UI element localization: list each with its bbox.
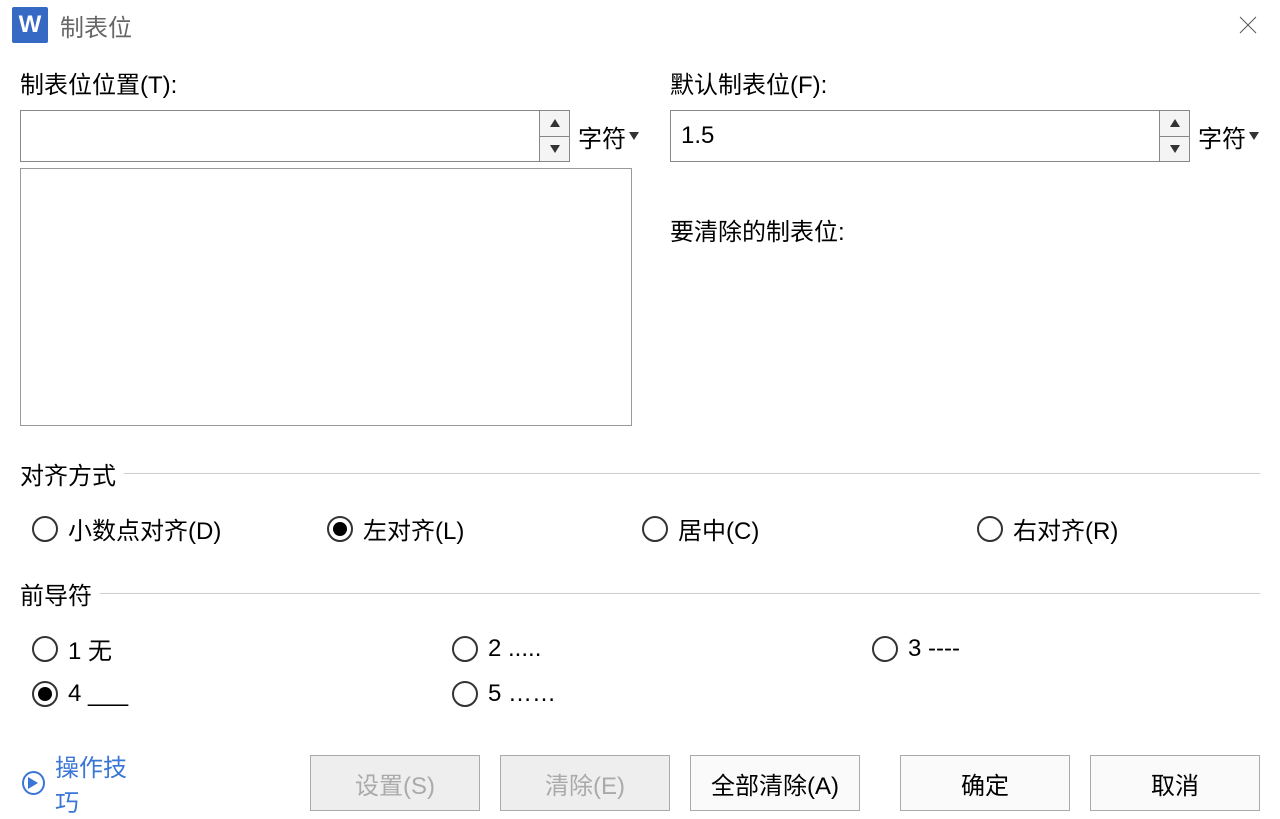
- leader-group-header: 前导符: [20, 576, 1260, 611]
- radio-icon: [872, 636, 898, 662]
- alignment-decimal-radio[interactable]: 小数点对齐(D): [32, 511, 327, 546]
- alignment-left-radio[interactable]: 左对齐(L): [327, 511, 642, 546]
- tab-position-label: 制表位位置(T):: [20, 65, 640, 100]
- app-icon: W: [12, 7, 48, 43]
- leader-dashes-radio[interactable]: 3 ----: [872, 631, 1260, 666]
- close-icon: [1238, 15, 1258, 35]
- tab-position-unit-dropdown[interactable]: 字符: [578, 119, 640, 154]
- tips-link[interactable]: 操作技巧: [22, 748, 146, 818]
- set-button: 设置(S): [310, 755, 480, 811]
- tab-position-up-button[interactable]: [540, 111, 569, 137]
- default-tab-down-button[interactable]: [1160, 137, 1189, 162]
- clear-all-button[interactable]: 全部清除(A): [690, 755, 860, 811]
- window-title: 制表位: [60, 8, 132, 43]
- leader-dots-radio[interactable]: 2 .....: [452, 631, 872, 666]
- alignment-group-header: 对齐方式: [20, 456, 1260, 491]
- cancel-button[interactable]: 取消: [1090, 755, 1260, 811]
- tab-position-down-button[interactable]: [540, 137, 569, 162]
- radio-icon: [327, 516, 353, 542]
- ok-button[interactable]: 确定: [900, 755, 1070, 811]
- leader-ellipsis-radio[interactable]: 5 ……: [452, 680, 872, 708]
- play-circle-icon: [22, 771, 45, 795]
- tabs-to-clear-label: 要清除的制表位:: [670, 212, 1260, 247]
- clear-button: 清除(E): [500, 755, 670, 811]
- default-tab-unit-dropdown[interactable]: 字符: [1198, 119, 1260, 154]
- radio-icon: [452, 636, 478, 662]
- alignment-right-radio[interactable]: 右对齐(R): [977, 511, 1260, 546]
- chevron-down-icon: [1248, 132, 1260, 140]
- dialog-content: 制表位位置(T): 字符: [0, 50, 1280, 818]
- default-tab-spinner[interactable]: [670, 110, 1190, 162]
- chevron-down-icon: [628, 132, 640, 140]
- radio-icon: [32, 636, 58, 662]
- radio-icon: [452, 681, 478, 707]
- radio-icon: [977, 516, 1003, 542]
- alignment-center-radio[interactable]: 居中(C): [642, 511, 977, 546]
- leader-underscore-radio[interactable]: 4 ___: [32, 680, 452, 708]
- default-tab-input[interactable]: [671, 111, 1159, 161]
- titlebar: W 制表位: [0, 0, 1280, 50]
- close-button[interactable]: [1228, 5, 1268, 45]
- radio-icon: [32, 516, 58, 542]
- default-tab-label: 默认制表位(F):: [670, 65, 1260, 100]
- radio-icon: [32, 681, 58, 707]
- default-tab-up-button[interactable]: [1160, 111, 1189, 137]
- leader-none-radio[interactable]: 1 无: [32, 631, 452, 666]
- tab-position-listbox[interactable]: [20, 168, 632, 426]
- tab-position-input[interactable]: [21, 111, 539, 161]
- radio-icon: [642, 516, 668, 542]
- tab-position-spinner[interactable]: [20, 110, 570, 162]
